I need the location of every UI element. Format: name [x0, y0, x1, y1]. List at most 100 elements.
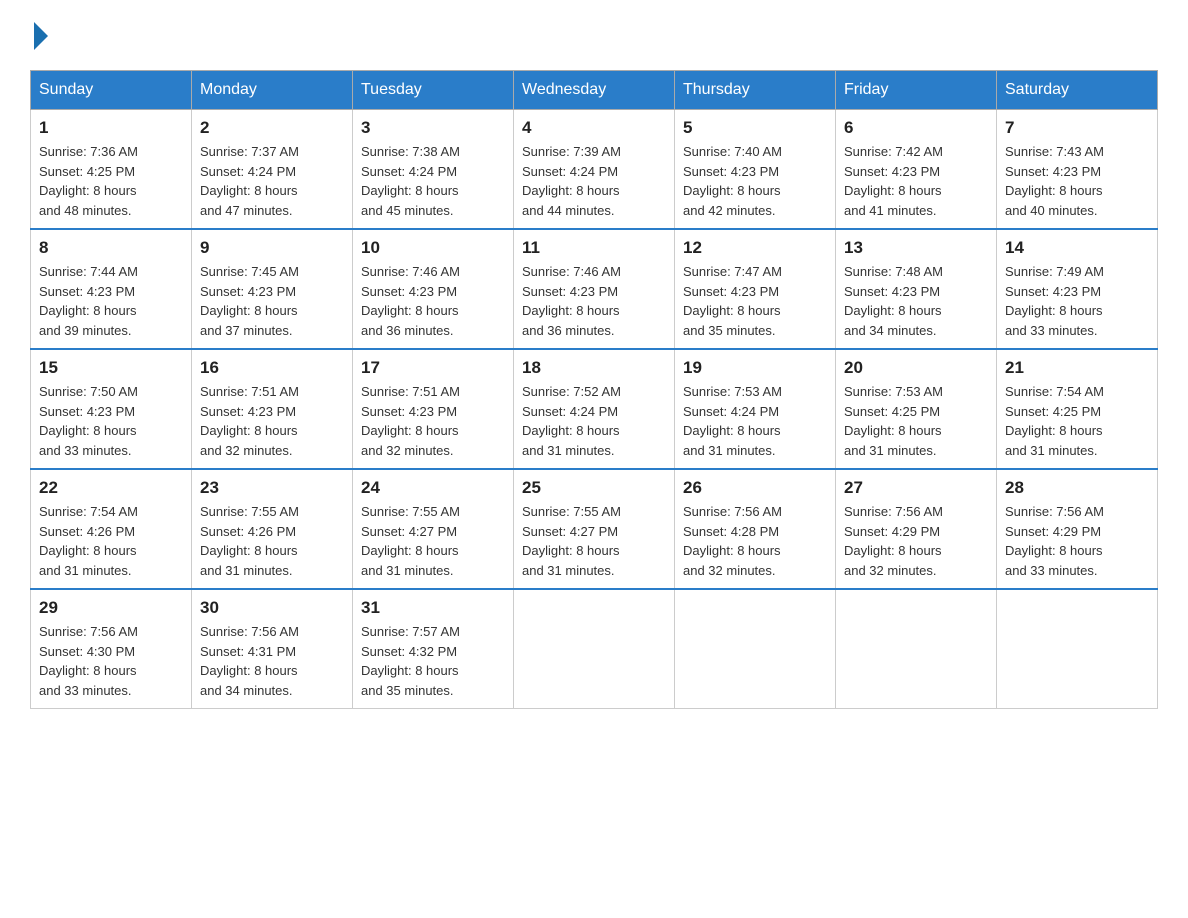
calendar-cell: 28 Sunrise: 7:56 AMSunset: 4:29 PMDaylig…	[997, 469, 1158, 589]
calendar-cell: 8 Sunrise: 7:44 AMSunset: 4:23 PMDayligh…	[31, 229, 192, 349]
page-header	[30, 20, 1158, 50]
day-number: 9	[200, 238, 344, 258]
calendar-week-row: 1 Sunrise: 7:36 AMSunset: 4:25 PMDayligh…	[31, 110, 1158, 230]
day-info: Sunrise: 7:56 AMSunset: 4:29 PMDaylight:…	[844, 504, 943, 578]
day-info: Sunrise: 7:53 AMSunset: 4:25 PMDaylight:…	[844, 384, 943, 458]
day-info: Sunrise: 7:55 AMSunset: 4:26 PMDaylight:…	[200, 504, 299, 578]
day-number: 29	[39, 598, 183, 618]
day-number: 19	[683, 358, 827, 378]
calendar-week-row: 8 Sunrise: 7:44 AMSunset: 4:23 PMDayligh…	[31, 229, 1158, 349]
calendar-cell: 10 Sunrise: 7:46 AMSunset: 4:23 PMDaylig…	[353, 229, 514, 349]
day-info: Sunrise: 7:57 AMSunset: 4:32 PMDaylight:…	[361, 624, 460, 698]
day-number: 12	[683, 238, 827, 258]
calendar-cell: 22 Sunrise: 7:54 AMSunset: 4:26 PMDaylig…	[31, 469, 192, 589]
day-info: Sunrise: 7:48 AMSunset: 4:23 PMDaylight:…	[844, 264, 943, 338]
day-number: 16	[200, 358, 344, 378]
day-number: 21	[1005, 358, 1149, 378]
day-number: 3	[361, 118, 505, 138]
calendar-cell: 27 Sunrise: 7:56 AMSunset: 4:29 PMDaylig…	[836, 469, 997, 589]
day-info: Sunrise: 7:51 AMSunset: 4:23 PMDaylight:…	[200, 384, 299, 458]
day-number: 26	[683, 478, 827, 498]
weekday-header-tuesday: Tuesday	[353, 71, 514, 110]
day-number: 6	[844, 118, 988, 138]
calendar-table: SundayMondayTuesdayWednesdayThursdayFrid…	[30, 70, 1158, 709]
calendar-cell: 25 Sunrise: 7:55 AMSunset: 4:27 PMDaylig…	[514, 469, 675, 589]
calendar-cell: 7 Sunrise: 7:43 AMSunset: 4:23 PMDayligh…	[997, 110, 1158, 230]
day-number: 11	[522, 238, 666, 258]
day-info: Sunrise: 7:54 AMSunset: 4:25 PMDaylight:…	[1005, 384, 1104, 458]
calendar-cell: 18 Sunrise: 7:52 AMSunset: 4:24 PMDaylig…	[514, 349, 675, 469]
weekday-header-saturday: Saturday	[997, 71, 1158, 110]
day-number: 7	[1005, 118, 1149, 138]
calendar-cell: 14 Sunrise: 7:49 AMSunset: 4:23 PMDaylig…	[997, 229, 1158, 349]
day-info: Sunrise: 7:51 AMSunset: 4:23 PMDaylight:…	[361, 384, 460, 458]
calendar-cell	[836, 589, 997, 709]
weekday-header-monday: Monday	[192, 71, 353, 110]
weekday-header-row: SundayMondayTuesdayWednesdayThursdayFrid…	[31, 71, 1158, 110]
calendar-cell: 12 Sunrise: 7:47 AMSunset: 4:23 PMDaylig…	[675, 229, 836, 349]
day-number: 22	[39, 478, 183, 498]
calendar-cell: 1 Sunrise: 7:36 AMSunset: 4:25 PMDayligh…	[31, 110, 192, 230]
weekday-header-sunday: Sunday	[31, 71, 192, 110]
calendar-cell: 6 Sunrise: 7:42 AMSunset: 4:23 PMDayligh…	[836, 110, 997, 230]
calendar-cell: 3 Sunrise: 7:38 AMSunset: 4:24 PMDayligh…	[353, 110, 514, 230]
day-info: Sunrise: 7:46 AMSunset: 4:23 PMDaylight:…	[522, 264, 621, 338]
calendar-cell: 29 Sunrise: 7:56 AMSunset: 4:30 PMDaylig…	[31, 589, 192, 709]
calendar-cell: 24 Sunrise: 7:55 AMSunset: 4:27 PMDaylig…	[353, 469, 514, 589]
calendar-cell: 26 Sunrise: 7:56 AMSunset: 4:28 PMDaylig…	[675, 469, 836, 589]
calendar-cell: 5 Sunrise: 7:40 AMSunset: 4:23 PMDayligh…	[675, 110, 836, 230]
calendar-cell: 19 Sunrise: 7:53 AMSunset: 4:24 PMDaylig…	[675, 349, 836, 469]
day-info: Sunrise: 7:39 AMSunset: 4:24 PMDaylight:…	[522, 144, 621, 218]
day-number: 25	[522, 478, 666, 498]
day-info: Sunrise: 7:47 AMSunset: 4:23 PMDaylight:…	[683, 264, 782, 338]
day-number: 23	[200, 478, 344, 498]
calendar-cell: 17 Sunrise: 7:51 AMSunset: 4:23 PMDaylig…	[353, 349, 514, 469]
calendar-cell: 2 Sunrise: 7:37 AMSunset: 4:24 PMDayligh…	[192, 110, 353, 230]
day-number: 8	[39, 238, 183, 258]
day-info: Sunrise: 7:43 AMSunset: 4:23 PMDaylight:…	[1005, 144, 1104, 218]
day-number: 31	[361, 598, 505, 618]
day-number: 2	[200, 118, 344, 138]
logo-arrow-icon	[34, 22, 48, 50]
calendar-cell: 20 Sunrise: 7:53 AMSunset: 4:25 PMDaylig…	[836, 349, 997, 469]
logo	[30, 20, 48, 50]
calendar-cell: 31 Sunrise: 7:57 AMSunset: 4:32 PMDaylig…	[353, 589, 514, 709]
calendar-cell: 16 Sunrise: 7:51 AMSunset: 4:23 PMDaylig…	[192, 349, 353, 469]
day-info: Sunrise: 7:38 AMSunset: 4:24 PMDaylight:…	[361, 144, 460, 218]
day-number: 10	[361, 238, 505, 258]
day-info: Sunrise: 7:42 AMSunset: 4:23 PMDaylight:…	[844, 144, 943, 218]
weekday-header-friday: Friday	[836, 71, 997, 110]
day-number: 1	[39, 118, 183, 138]
calendar-week-row: 29 Sunrise: 7:56 AMSunset: 4:30 PMDaylig…	[31, 589, 1158, 709]
day-info: Sunrise: 7:37 AMSunset: 4:24 PMDaylight:…	[200, 144, 299, 218]
day-info: Sunrise: 7:56 AMSunset: 4:30 PMDaylight:…	[39, 624, 138, 698]
calendar-cell: 21 Sunrise: 7:54 AMSunset: 4:25 PMDaylig…	[997, 349, 1158, 469]
day-info: Sunrise: 7:56 AMSunset: 4:31 PMDaylight:…	[200, 624, 299, 698]
day-number: 5	[683, 118, 827, 138]
day-info: Sunrise: 7:44 AMSunset: 4:23 PMDaylight:…	[39, 264, 138, 338]
day-number: 20	[844, 358, 988, 378]
day-info: Sunrise: 7:50 AMSunset: 4:23 PMDaylight:…	[39, 384, 138, 458]
day-number: 17	[361, 358, 505, 378]
calendar-cell: 30 Sunrise: 7:56 AMSunset: 4:31 PMDaylig…	[192, 589, 353, 709]
calendar-cell	[997, 589, 1158, 709]
day-info: Sunrise: 7:49 AMSunset: 4:23 PMDaylight:…	[1005, 264, 1104, 338]
day-info: Sunrise: 7:55 AMSunset: 4:27 PMDaylight:…	[361, 504, 460, 578]
calendar-cell: 4 Sunrise: 7:39 AMSunset: 4:24 PMDayligh…	[514, 110, 675, 230]
calendar-cell	[514, 589, 675, 709]
calendar-cell: 9 Sunrise: 7:45 AMSunset: 4:23 PMDayligh…	[192, 229, 353, 349]
calendar-week-row: 15 Sunrise: 7:50 AMSunset: 4:23 PMDaylig…	[31, 349, 1158, 469]
calendar-cell	[675, 589, 836, 709]
day-number: 28	[1005, 478, 1149, 498]
day-info: Sunrise: 7:56 AMSunset: 4:29 PMDaylight:…	[1005, 504, 1104, 578]
day-number: 30	[200, 598, 344, 618]
day-number: 14	[1005, 238, 1149, 258]
day-number: 18	[522, 358, 666, 378]
day-number: 15	[39, 358, 183, 378]
weekday-header-thursday: Thursday	[675, 71, 836, 110]
calendar-cell: 13 Sunrise: 7:48 AMSunset: 4:23 PMDaylig…	[836, 229, 997, 349]
day-number: 24	[361, 478, 505, 498]
day-number: 27	[844, 478, 988, 498]
calendar-cell: 15 Sunrise: 7:50 AMSunset: 4:23 PMDaylig…	[31, 349, 192, 469]
calendar-cell: 23 Sunrise: 7:55 AMSunset: 4:26 PMDaylig…	[192, 469, 353, 589]
